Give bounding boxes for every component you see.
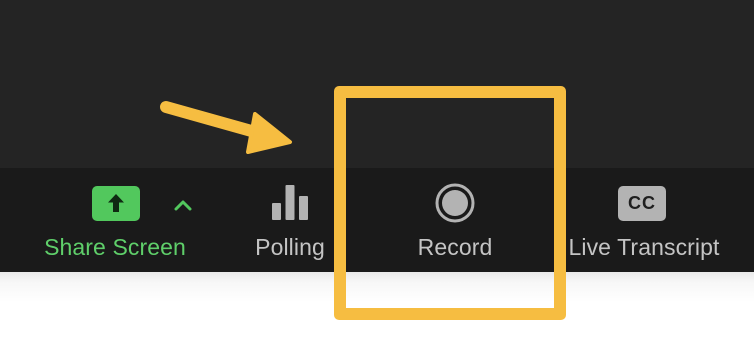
pointing-arrow-icon [160, 101, 292, 154]
share-screen-button[interactable]: Share Screen [30, 168, 200, 272]
bar-chart-icon [272, 185, 308, 220]
share-screen-label: Share Screen [44, 234, 186, 260]
polling-label: Polling [255, 234, 325, 260]
live-transcript-label: Live Transcript [568, 234, 720, 260]
live-transcript-button[interactable]: CC Live Transcript [556, 168, 732, 272]
share-screen-icon [92, 186, 140, 221]
closed-caption-icon: CC [618, 186, 666, 221]
chevron-up-icon[interactable] [172, 195, 194, 215]
record-highlight-box [334, 86, 566, 320]
polling-button[interactable]: Polling [240, 168, 340, 272]
